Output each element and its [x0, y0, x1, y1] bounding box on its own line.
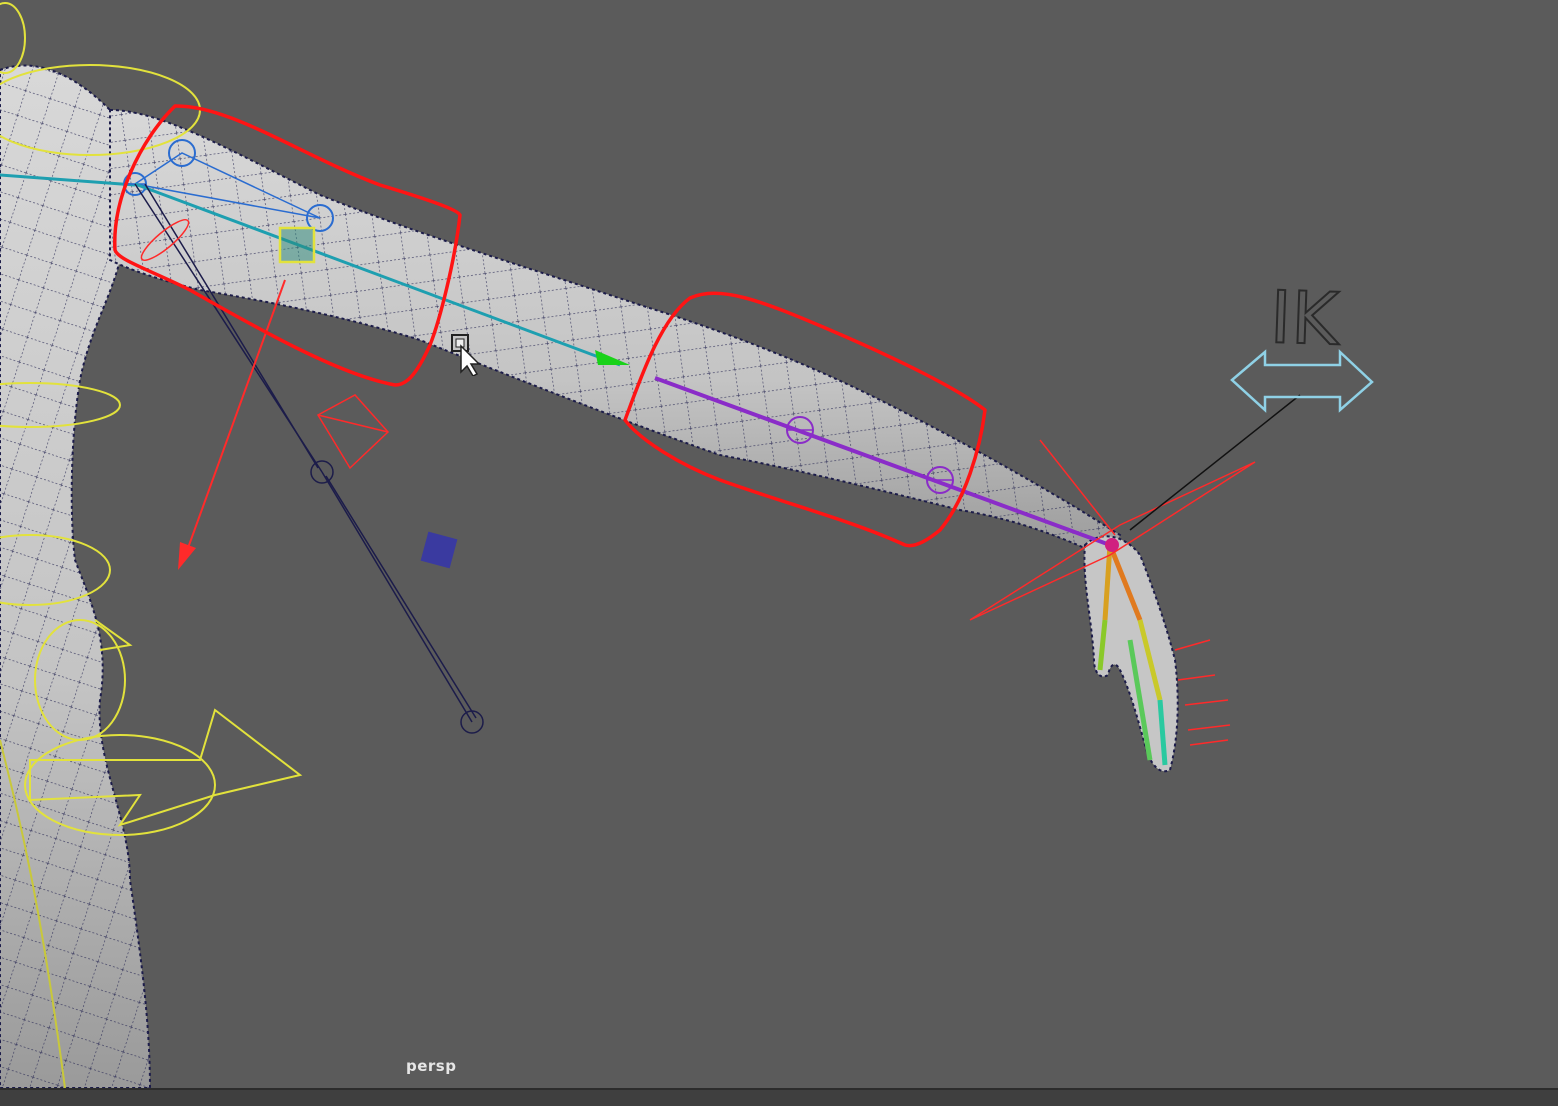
viewport-bottom-border	[0, 1088, 1558, 1106]
pole-vector-locator[interactable]	[420, 531, 458, 569]
mouse-cursor-icon	[449, 332, 483, 380]
ik-switch-control[interactable]: IK	[1129, 274, 1374, 531]
3d-scene[interactable]: IK	[0, 0, 1558, 1088]
selected-locator[interactable]	[278, 226, 316, 264]
joint-chain[interactable]	[0, 139, 1168, 766]
character-mesh[interactable]	[0, 64, 1179, 1088]
head-control	[0, 2, 26, 74]
ik-label: IK	[1269, 275, 1342, 361]
viewport-panel[interactable]: IK persp	[0, 0, 1558, 1088]
translate-arrow-y[interactable]	[178, 279, 286, 570]
double-arrow-icon	[1230, 349, 1374, 413]
camera-label: persp	[406, 1057, 457, 1075]
